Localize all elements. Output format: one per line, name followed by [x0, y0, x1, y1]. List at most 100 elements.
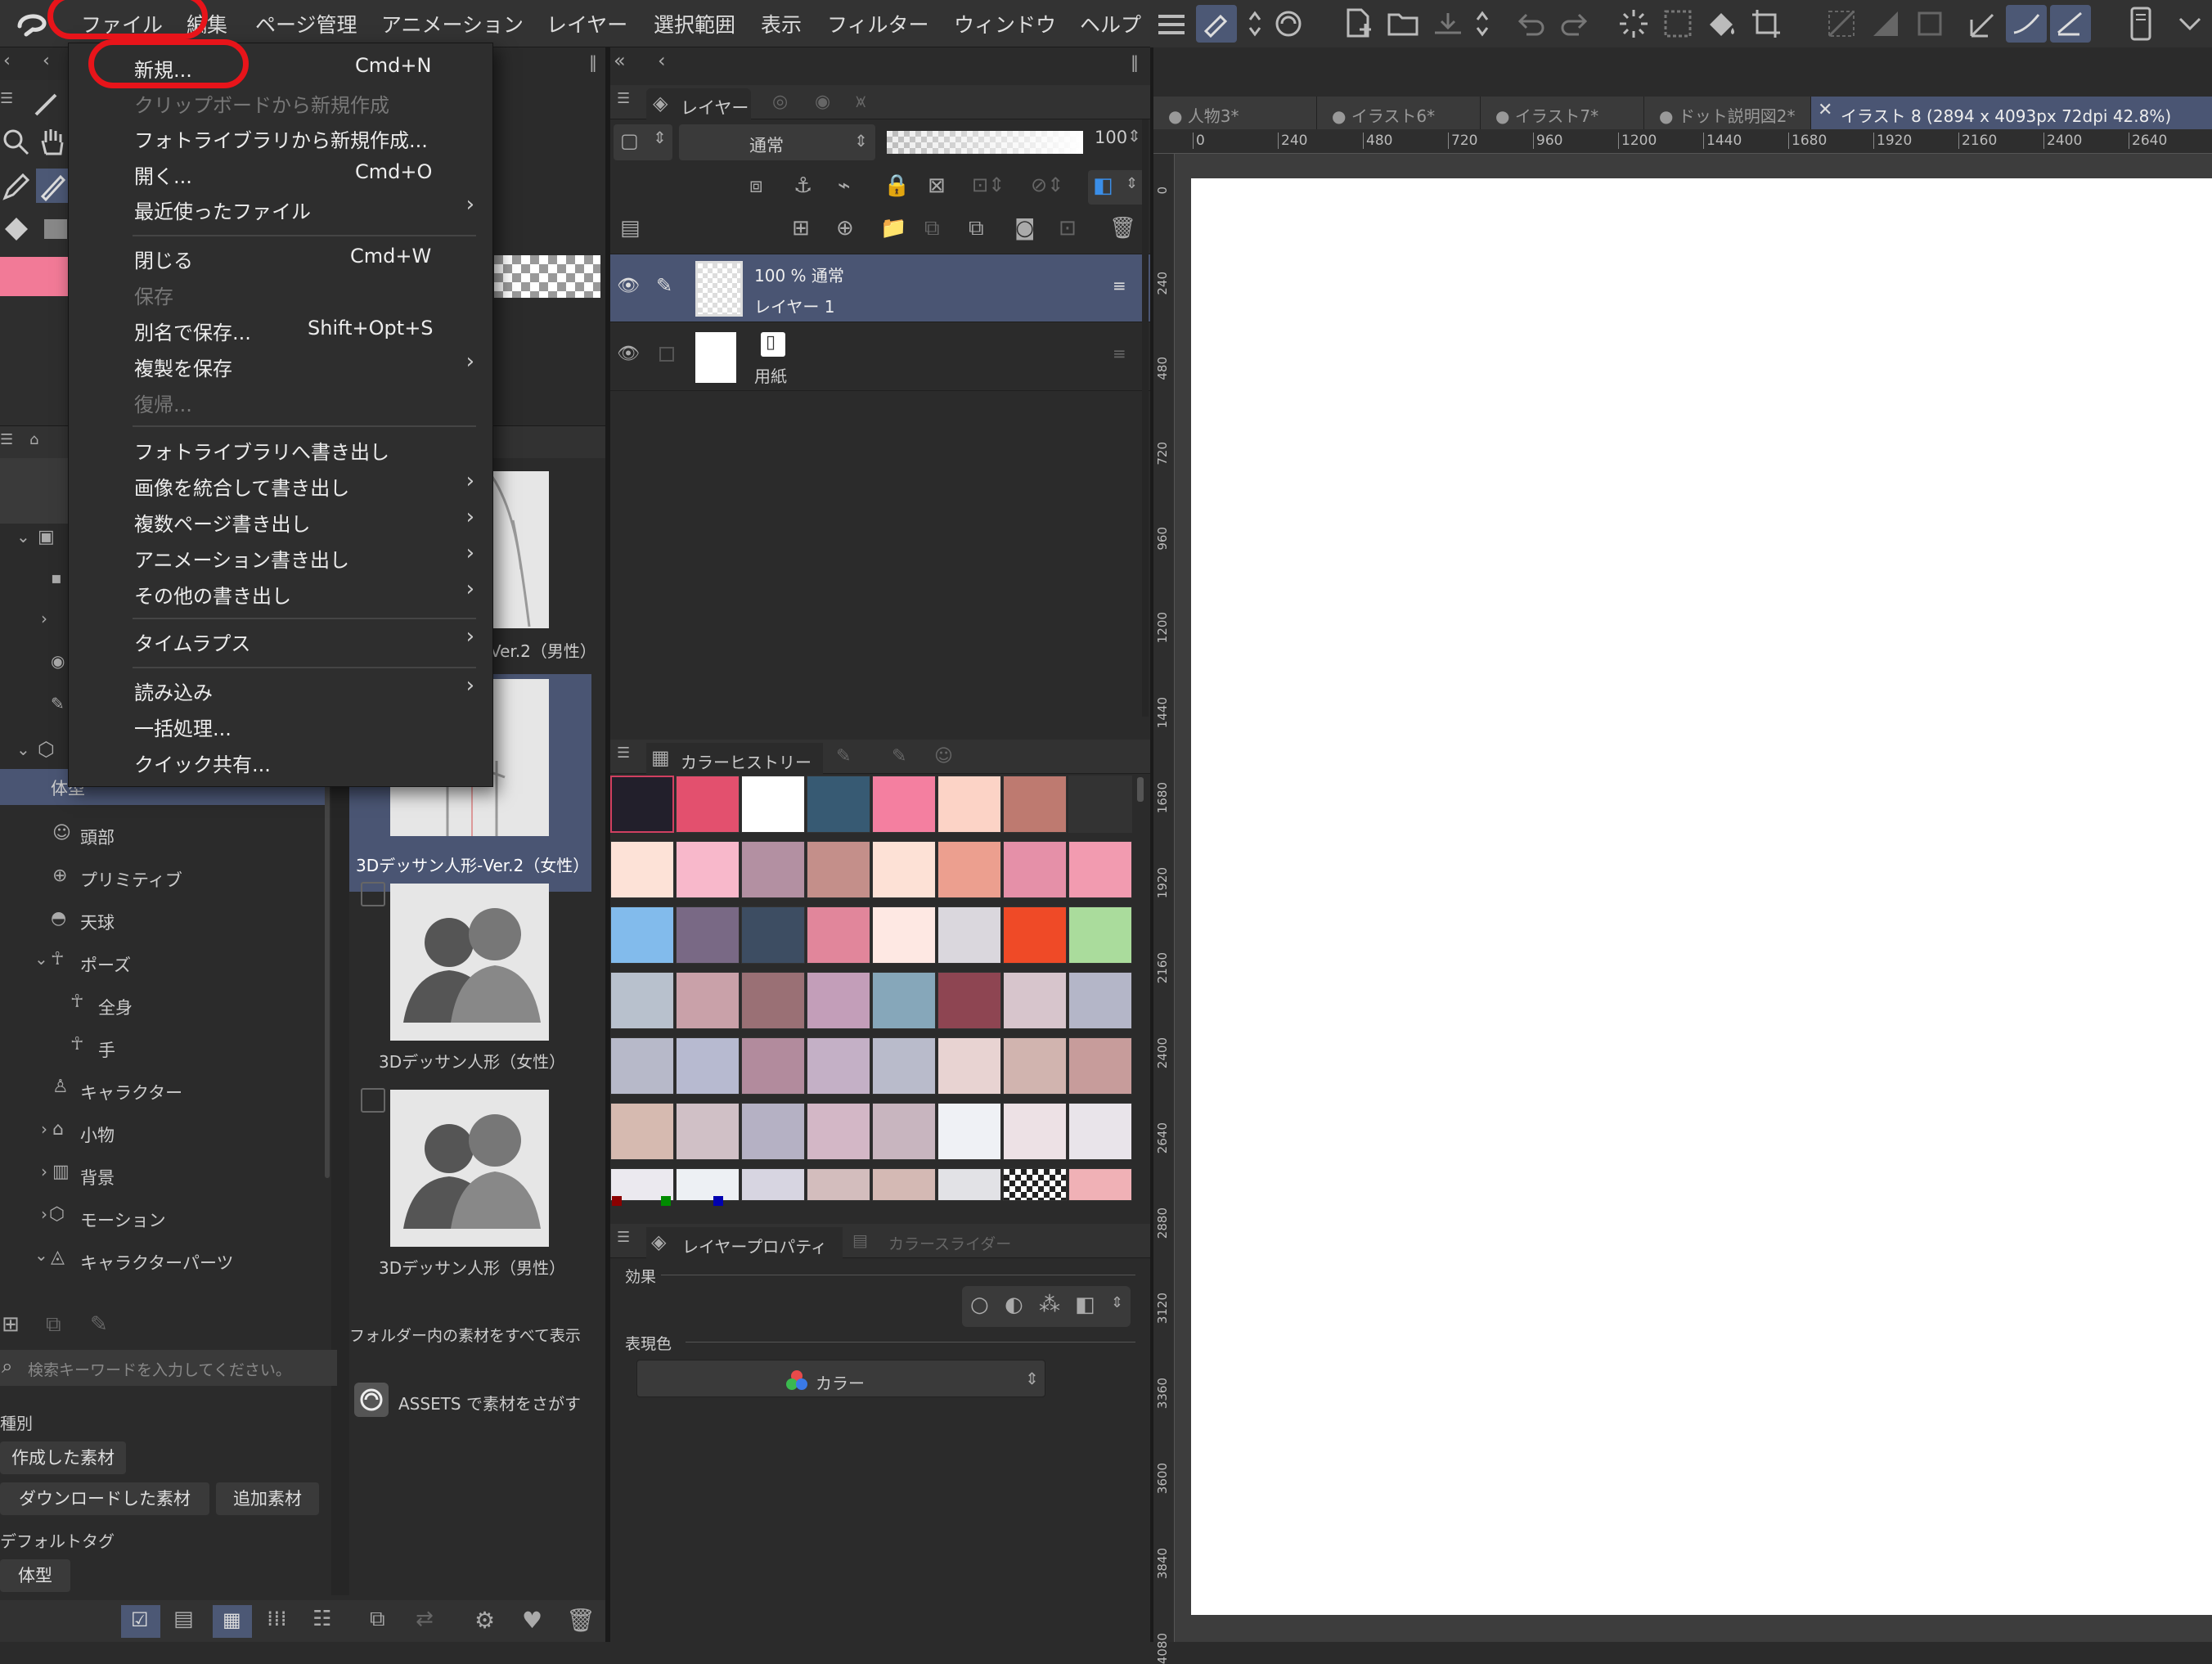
navigator-tab-icon[interactable]: ◎	[772, 92, 788, 112]
grip-icon[interactable]: ‖	[1131, 52, 1139, 72]
doc-tab[interactable]: ● イラスト6*	[1317, 97, 1481, 129]
chevron-down-icon[interactable]: ⌄	[34, 1245, 48, 1265]
chevron-down-icon[interactable]: ⌄	[16, 527, 30, 546]
gradient-tool-icon[interactable]	[41, 216, 69, 242]
color-swatch[interactable]	[1068, 1103, 1132, 1160]
extract-line-icon[interactable]: ◐	[1005, 1293, 1023, 1317]
ruler-icon[interactable]	[1826, 8, 1857, 39]
fill-icon[interactable]	[1706, 8, 1739, 39]
color-swatch[interactable]	[807, 1037, 870, 1095]
tree-item-background[interactable]: 背景	[80, 1165, 115, 1190]
menu-selection[interactable]: 選択範囲	[654, 0, 735, 47]
drawing-canvas[interactable]	[1191, 178, 2212, 1615]
new-file-icon[interactable]	[1343, 8, 1373, 39]
menu-view[interactable]: 表示	[761, 0, 802, 47]
pencil-tool-button[interactable]	[36, 169, 69, 203]
cube-icon[interactable]: ⬡	[38, 738, 55, 761]
color-swatch[interactable]	[807, 1103, 870, 1160]
color-swatch[interactable]	[741, 906, 805, 964]
tab-layer-property[interactable]: ◈ レイヤープロパティ	[646, 1227, 843, 1258]
color-swatch[interactable]	[610, 1103, 674, 1160]
color-swatch[interactable]	[741, 776, 805, 833]
material-thumb-female[interactable]	[390, 884, 549, 1041]
color-swatch[interactable]	[610, 906, 674, 964]
tree-item-character[interactable]: キャラクター	[80, 1080, 182, 1104]
tone-icon[interactable]: ⁂	[1039, 1293, 1060, 1317]
color-swatch[interactable]	[872, 841, 936, 898]
layer-color-icon[interactable]: ◧	[1075, 1293, 1095, 1317]
color-swatch[interactable]	[872, 776, 936, 833]
pen-tool-icon[interactable]	[2, 172, 31, 201]
save-cloud-icon[interactable]	[1432, 10, 1464, 38]
new-vector-layer-icon[interactable]: ⊕	[836, 216, 854, 241]
color-swatch[interactable]	[1003, 1037, 1067, 1095]
fill-tool-icon[interactable]	[2, 214, 31, 244]
menu-item-export-animation[interactable]: アニメーション書き出し	[134, 544, 349, 573]
trash-icon[interactable]: 🗑	[1109, 216, 1136, 241]
transform-icon[interactable]	[1751, 8, 1782, 39]
heart-icon[interactable]: ♥	[522, 1607, 542, 1634]
info-tab-icon[interactable]: ⩙	[856, 92, 865, 112]
app-logo-icon[interactable]	[15, 10, 51, 38]
color-swatch[interactable]	[676, 776, 740, 833]
color-swatch[interactable]	[872, 972, 936, 1029]
layer-menu-icon[interactable]: ≡	[1113, 276, 1126, 295]
edit-mode-button[interactable]	[1196, 5, 1237, 43]
assets-search-link[interactable]: ASSETS で素材をさがす	[398, 1391, 581, 1414]
tree-top-item[interactable]	[0, 458, 69, 524]
menu-item-quick-share[interactable]: クイック共有...	[134, 749, 271, 777]
layer-row-paper[interactable]: 👁 ▯ 用紙 ≡	[610, 322, 1150, 391]
color-swatch[interactable]	[741, 972, 805, 1029]
color-swatch[interactable]	[1003, 972, 1067, 1029]
canvas-viewport[interactable]	[1175, 154, 2212, 1642]
updown-icon[interactable]: ⇕	[1111, 1294, 1123, 1311]
doc-tab[interactable]: ● ドット説明図2*	[1644, 97, 1811, 129]
updown-icon[interactable]	[1247, 10, 1263, 38]
tree-item-primitive[interactable]: プリミティブ	[80, 867, 182, 892]
menu-item-new-from-clipboard[interactable]: クリップボードから新規作成	[134, 89, 389, 118]
panel-menu-icon[interactable]: ☰	[0, 90, 13, 107]
color-swatch[interactable]	[872, 1103, 936, 1160]
color-swatch[interactable]	[937, 972, 1001, 1029]
chevron-right-icon[interactable]: ›	[41, 1162, 47, 1181]
updown-icon[interactable]: ⇕	[1127, 126, 1141, 146]
chevron-right-icon[interactable]: ›	[41, 1204, 47, 1224]
tab-color-slider[interactable]: カラースライダー	[888, 1232, 1011, 1254]
tree-item-pose[interactable]: ポーズ	[80, 952, 131, 977]
color-swatch[interactable]	[741, 1103, 805, 1160]
collapse-left-icon[interactable]: «	[614, 49, 626, 72]
color-swatch[interactable]	[1003, 1103, 1067, 1160]
menu-item-other-export[interactable]: その他の書き出し	[134, 580, 291, 609]
layer-checkbox[interactable]	[659, 347, 674, 362]
device-icon[interactable]	[2129, 7, 2153, 41]
transfer-down-icon[interactable]: ⧉	[924, 216, 940, 241]
transparency-swatch[interactable]	[494, 255, 600, 298]
close-icon[interactable]: ✕	[1818, 100, 1832, 120]
loading-icon[interactable]	[1618, 8, 1649, 39]
new-folder-icon[interactable]: 📁	[880, 216, 906, 241]
color-swatch[interactable]	[807, 906, 870, 964]
color-swatch[interactable]	[937, 1037, 1001, 1095]
chevron-down-icon[interactable]: ⌄	[16, 740, 30, 759]
zoom-icon[interactable]	[2, 128, 29, 155]
gradient-icon[interactable]	[1870, 8, 1901, 39]
blend-mode-select[interactable]: 通常 ⇕	[679, 124, 875, 160]
created-materials-button[interactable]: 作成した素材	[0, 1441, 126, 1474]
color-swatch[interactable]	[1068, 972, 1132, 1029]
chevron-down-icon[interactable]	[2178, 15, 2202, 33]
color-swatch[interactable]	[1003, 841, 1067, 898]
color-swatch[interactable]	[610, 1037, 674, 1095]
edit-icon[interactable]: ✎	[90, 1312, 108, 1337]
gear-icon[interactable]: ⚙	[474, 1607, 495, 1634]
lock-icon[interactable]: 🔒	[883, 173, 910, 198]
mask-enable-icon[interactable]: ⊡⇕	[972, 173, 1005, 196]
pen-mode-button[interactable]	[2050, 5, 2091, 43]
tree-item-character-parts[interactable]: キャラクターパーツ	[80, 1250, 234, 1275]
menu-item-revert[interactable]: 復帰...	[134, 389, 192, 417]
redo-icon[interactable]	[1559, 10, 1590, 38]
menu-item-save-as[interactable]: 別名で保存...	[134, 317, 251, 345]
menu-window[interactable]: ウィンドウ	[954, 0, 1056, 47]
chevron-left-icon[interactable]: ‹	[3, 51, 11, 71]
stroke-icon[interactable]	[1967, 8, 1998, 39]
undo-icon[interactable]	[1515, 10, 1546, 38]
